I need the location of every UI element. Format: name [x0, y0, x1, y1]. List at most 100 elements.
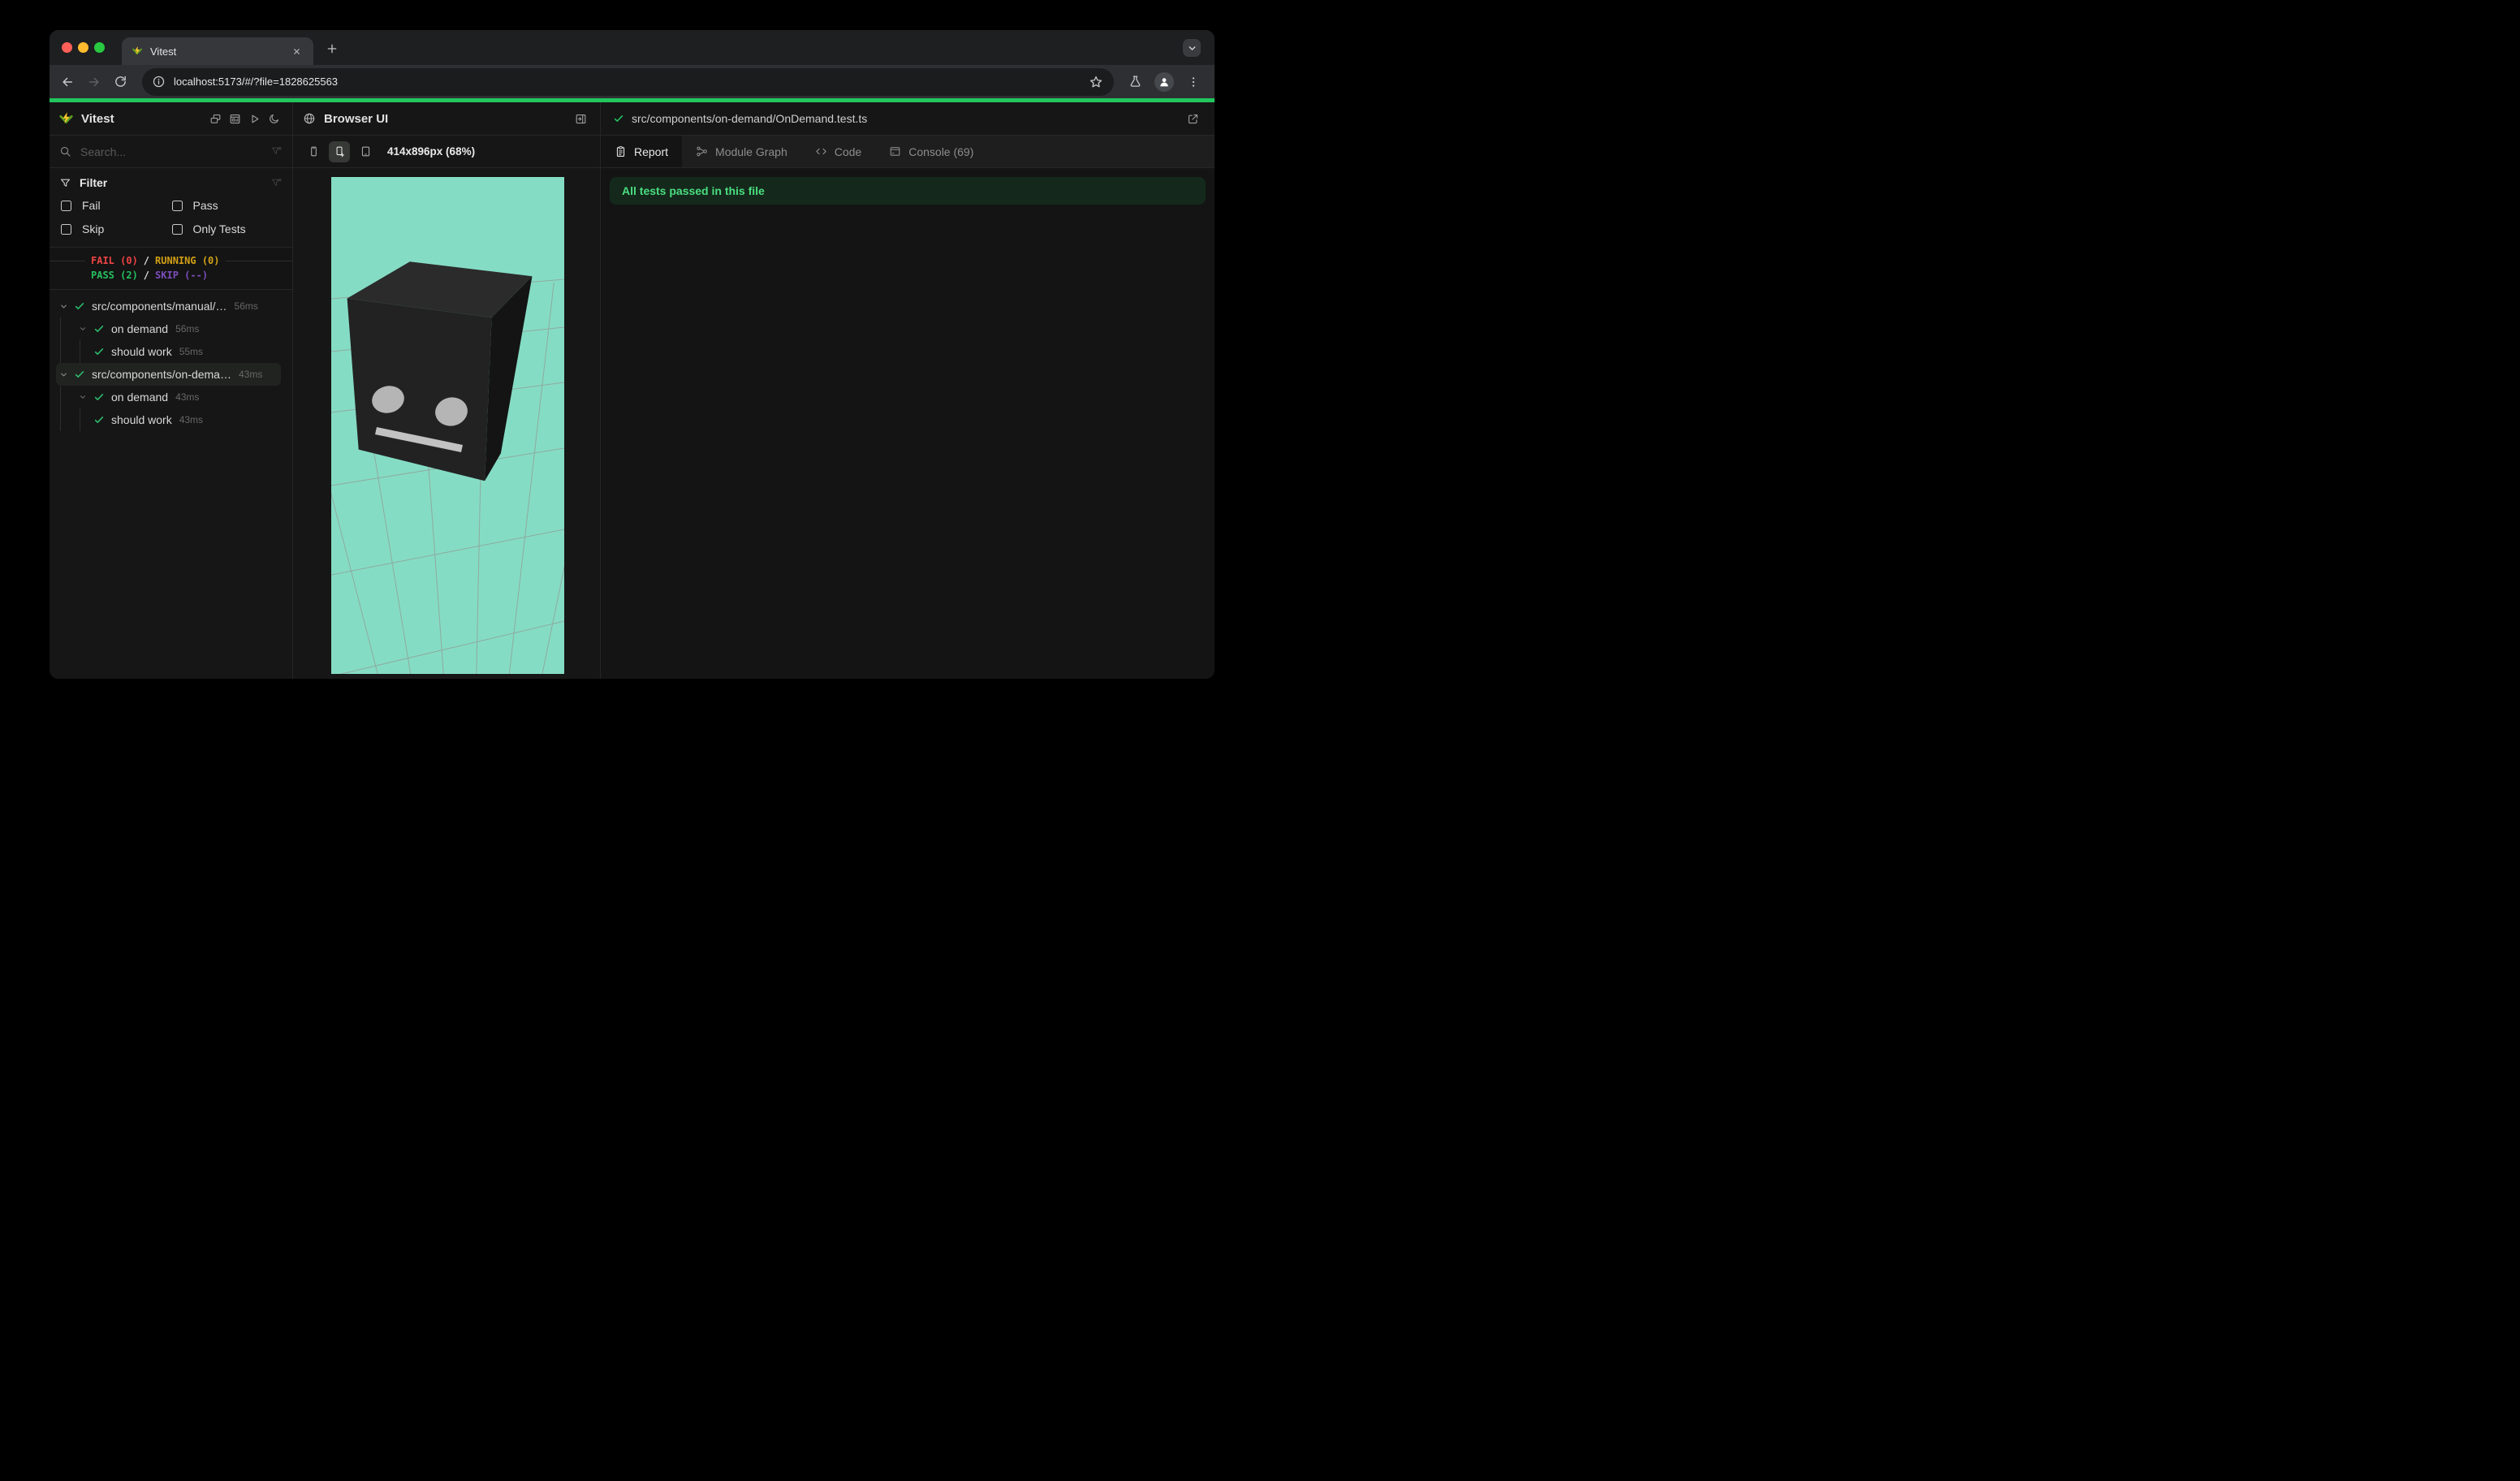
- sidebar: Vitest Search... Filter Fail Pass Skip O…: [50, 102, 293, 679]
- window-controls: [62, 42, 105, 53]
- test-tree: src/components/manual/… 56ms on demand 5…: [50, 290, 292, 679]
- duration-badge: 55ms: [179, 346, 204, 357]
- forward-button[interactable]: [84, 71, 104, 92]
- preview-title: Browser UI: [324, 111, 389, 126]
- tab-strip: Vitest: [50, 30, 1215, 65]
- search-bar: [50, 136, 292, 168]
- test-case-row[interactable]: should work 43ms: [56, 408, 281, 431]
- new-tab-button[interactable]: [322, 39, 342, 58]
- pass-count: PASS (2): [91, 270, 138, 281]
- test-suite-row[interactable]: on demand 56ms: [56, 317, 281, 340]
- device-toolbar: 414x896px (68%): [293, 136, 600, 168]
- search-input[interactable]: [80, 145, 270, 158]
- dashboard-icon[interactable]: [225, 110, 244, 127]
- running-count: RUNNING (0): [155, 255, 220, 266]
- tab-title: Vitest: [150, 45, 177, 58]
- traffic-light-maximize[interactable]: [94, 42, 105, 53]
- device-phone-icon[interactable]: [303, 141, 324, 162]
- test-file-path: src/components/on-demand/OnDemand.test.t…: [632, 112, 868, 125]
- tab-search-button[interactable]: [1183, 39, 1201, 57]
- pass-check-icon: [93, 391, 105, 403]
- test-file-row[interactable]: src/components/manual/… 56ms: [56, 295, 281, 317]
- app-title: Vitest: [81, 111, 114, 126]
- pass-check-icon: [613, 113, 624, 124]
- tab-module-graph[interactable]: Module Graph: [682, 136, 801, 167]
- chevron-down-icon[interactable]: [77, 325, 88, 333]
- duration-badge: 56ms: [234, 300, 258, 312]
- traffic-light-minimize[interactable]: [78, 42, 88, 53]
- report-header: src/components/on-demand/OnDemand.test.t…: [601, 102, 1215, 136]
- viewport-size-label[interactable]: 414x896px (68%): [387, 145, 475, 158]
- tab-close-icon[interactable]: [290, 45, 304, 58]
- vitest-logo-icon: [58, 111, 74, 127]
- vitest-ui-page: Vitest Search... Filter Fail Pass Skip O…: [50, 102, 1215, 679]
- clipboard-icon: [615, 145, 627, 158]
- pass-check-icon: [74, 300, 85, 312]
- report-content: All tests passed in this file: [601, 168, 1215, 679]
- clear-filter-icon[interactable]: [270, 145, 283, 158]
- bookmark-star-icon[interactable]: [1086, 72, 1106, 92]
- test-summary: FAIL (0) / RUNNING (0) PASS (2) / SKIP (…: [50, 248, 292, 290]
- reload-button[interactable]: [110, 71, 131, 92]
- device-tablet-icon[interactable]: [355, 141, 376, 162]
- experiments-flask-icon[interactable]: [1125, 72, 1145, 92]
- tab-console[interactable]: Console (69): [875, 136, 987, 167]
- preview-header: Browser UI: [293, 102, 600, 136]
- open-external-icon[interactable]: [1183, 110, 1202, 127]
- filter-checkbox-fail[interactable]: Fail: [61, 199, 172, 212]
- checkbox[interactable]: [171, 223, 183, 235]
- back-button[interactable]: [57, 71, 77, 92]
- chevron-down-icon[interactable]: [77, 393, 88, 401]
- pass-check-icon: [93, 323, 105, 335]
- filter-checkbox-only-tests[interactable]: Only Tests: [171, 222, 283, 235]
- report-tab-bar: Report Module Graph Code Console (69): [601, 136, 1215, 168]
- collapse-panel-icon[interactable]: [571, 110, 590, 127]
- chevron-down-icon[interactable]: [58, 302, 69, 311]
- fail-count: FAIL (0): [91, 255, 138, 266]
- tab-code[interactable]: Code: [801, 136, 875, 167]
- all-tests-passed-banner: All tests passed in this file: [610, 177, 1206, 205]
- run-all-play-icon[interactable]: [244, 110, 264, 127]
- browser-window: Vitest localhost:5173/#/?file=1828625563: [50, 30, 1215, 679]
- browser-tab[interactable]: Vitest: [122, 37, 313, 65]
- robot-cube: [347, 261, 533, 481]
- test-case-row[interactable]: should work 55ms: [56, 340, 281, 363]
- filter-checkbox-skip[interactable]: Skip: [61, 222, 172, 235]
- clear-filter-icon[interactable]: [270, 177, 283, 189]
- checkbox[interactable]: [61, 223, 71, 235]
- console-icon: [889, 145, 901, 158]
- globe-icon: [303, 112, 316, 125]
- site-info-icon[interactable]: [152, 75, 166, 89]
- chevron-down-icon[interactable]: [58, 370, 69, 379]
- test-file-row-selected[interactable]: src/components/on-dema… 43ms: [56, 363, 281, 386]
- checkbox[interactable]: [171, 200, 183, 211]
- profile-avatar[interactable]: [1154, 71, 1174, 92]
- filter-checkbox-pass[interactable]: Pass: [171, 199, 283, 212]
- tab-report[interactable]: Report: [601, 136, 683, 167]
- module-graph-icon: [696, 145, 708, 158]
- traffic-light-close[interactable]: [62, 42, 72, 53]
- collapse-windows-icon[interactable]: [205, 110, 225, 127]
- browser-preview-panel: Browser UI 414x896px (68%): [293, 102, 601, 679]
- skip-count: SKIP (--): [155, 270, 209, 281]
- vitest-favicon-icon: [132, 45, 143, 57]
- code-icon: [815, 145, 827, 158]
- test-viewport[interactable]: [331, 177, 564, 674]
- pass-check-icon: [93, 414, 105, 425]
- checkbox[interactable]: [61, 200, 71, 211]
- preview-body: [293, 168, 600, 679]
- toolbar-actions: [1125, 71, 1203, 92]
- browser-toolbar: localhost:5173/#/?file=1828625563: [50, 65, 1215, 98]
- device-phone-plus-icon[interactable]: [329, 140, 350, 162]
- 3d-scene: [331, 261, 564, 674]
- duration-badge: 56ms: [175, 323, 200, 335]
- url-text[interactable]: localhost:5173/#/?file=1828625563: [174, 76, 1086, 88]
- dark-mode-moon-icon[interactable]: [264, 110, 283, 127]
- address-bar[interactable]: localhost:5173/#/?file=1828625563: [142, 67, 1114, 96]
- duration-badge: 43ms: [175, 391, 200, 403]
- search-icon: [59, 145, 71, 158]
- report-panel: src/components/on-demand/OnDemand.test.t…: [601, 102, 1215, 679]
- menu-kebab-icon[interactable]: [1184, 72, 1203, 92]
- pass-check-icon: [93, 346, 105, 357]
- test-suite-row[interactable]: on demand 43ms: [56, 386, 281, 408]
